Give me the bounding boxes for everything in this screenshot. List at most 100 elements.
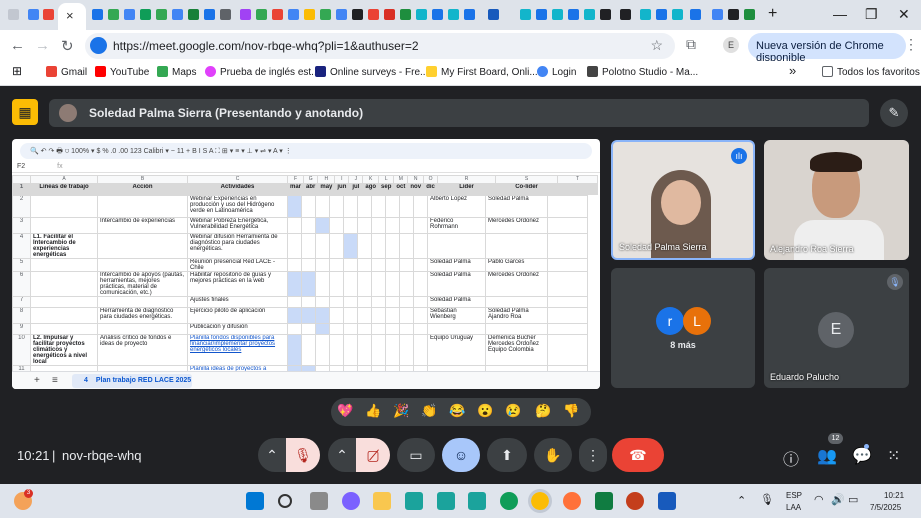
cell-b[interactable] bbox=[97, 233, 188, 259]
month-cell[interactable] bbox=[287, 258, 302, 272]
month-cell[interactable] bbox=[315, 334, 330, 366]
active-tab[interactable]: × bbox=[58, 3, 86, 30]
skype-icon[interactable] bbox=[405, 492, 423, 510]
month-cell[interactable] bbox=[301, 195, 316, 218]
month-cell[interactable] bbox=[385, 233, 400, 259]
tab-favicon[interactable] bbox=[288, 9, 299, 20]
tab-favicon[interactable] bbox=[204, 9, 215, 20]
column-header[interactable]: O bbox=[423, 175, 439, 184]
cell-r[interactable]: Federico Rohrmann bbox=[427, 217, 486, 234]
cell-s[interactable]: Demenica Bucher Mercedes Ordoñez Equipo … bbox=[485, 334, 548, 366]
tab-favicon[interactable] bbox=[448, 9, 459, 20]
month-cell[interactable] bbox=[301, 334, 316, 366]
month-cell[interactable] bbox=[329, 271, 344, 297]
month-cell[interactable] bbox=[357, 323, 372, 335]
cell-a[interactable]: L1. Facilitar el Intercambio de experien… bbox=[30, 233, 98, 259]
cell-a[interactable] bbox=[30, 271, 98, 297]
cell-b[interactable]: Herramienta de diagnóstico para ciudades… bbox=[97, 307, 188, 324]
tab-favicon[interactable] bbox=[172, 9, 183, 20]
tab-favicon[interactable] bbox=[400, 9, 411, 20]
month-cell[interactable] bbox=[385, 334, 400, 366]
month-cell[interactable] bbox=[385, 217, 400, 234]
month-cell[interactable] bbox=[371, 307, 386, 324]
bookmark-gmail[interactable]: Gmail bbox=[46, 66, 87, 78]
maximize-icon[interactable]: ❐ bbox=[865, 6, 878, 23]
raise-hand-button[interactable]: ✋ bbox=[534, 438, 572, 472]
header-cell[interactable]: jul bbox=[348, 183, 364, 195]
formula-bar[interactable]: F2 fx bbox=[12, 161, 600, 173]
copilot-icon[interactable] bbox=[342, 492, 360, 510]
month-cell[interactable] bbox=[329, 307, 344, 324]
row-header[interactable]: 3 bbox=[12, 217, 31, 234]
tab-favicon[interactable] bbox=[336, 9, 347, 20]
reaction-thumbs-up[interactable]: 👍 bbox=[365, 403, 381, 419]
tab-favicon[interactable] bbox=[728, 9, 739, 20]
month-cell[interactable] bbox=[329, 258, 344, 272]
tab-favicon[interactable] bbox=[156, 9, 167, 20]
cell-s[interactable] bbox=[485, 233, 548, 259]
month-cell[interactable] bbox=[287, 195, 302, 218]
month-cell[interactable] bbox=[547, 217, 588, 234]
add-sheet-icon[interactable]: + bbox=[34, 375, 40, 386]
table-row[interactable]: 3 Intercambio de experiencias Webinar Pobr… bbox=[12, 217, 588, 234]
month-cell[interactable] bbox=[315, 296, 330, 308]
cell-s[interactable]: Mercedes Ordoñez bbox=[485, 271, 548, 297]
info-icon[interactable]: ⓘ bbox=[783, 446, 799, 470]
month-cell[interactable] bbox=[547, 323, 588, 335]
month-cell[interactable] bbox=[371, 217, 386, 234]
column-header[interactable]: A bbox=[30, 175, 98, 184]
header-cell[interactable]: Co-líder bbox=[495, 183, 559, 195]
cell-b[interactable]: Análisis crítico de fondos e ideas de pr… bbox=[97, 334, 188, 366]
tab-favicon[interactable] bbox=[656, 9, 667, 20]
header-cell[interactable]: sep bbox=[378, 183, 395, 195]
month-cell[interactable] bbox=[413, 233, 428, 259]
month-cell[interactable] bbox=[413, 296, 428, 308]
header-cell[interactable]: abr bbox=[303, 183, 319, 195]
month-cell[interactable] bbox=[413, 334, 428, 366]
month-cell[interactable] bbox=[371, 195, 386, 218]
cell-b[interactable]: Intercambio de experiencias bbox=[97, 217, 188, 234]
month-cell[interactable] bbox=[399, 233, 414, 259]
file-explorer-icon[interactable] bbox=[373, 492, 391, 510]
header-cell[interactable]: Acción bbox=[97, 183, 188, 195]
tray-overflow-icon[interactable]: ⌃ bbox=[737, 494, 746, 507]
header-cell[interactable]: jun bbox=[334, 183, 350, 195]
cell-a[interactable] bbox=[30, 195, 98, 218]
back-icon[interactable]: ← bbox=[10, 37, 25, 54]
tab-favicon[interactable] bbox=[92, 9, 103, 20]
row-header[interactable]: 6 bbox=[12, 271, 31, 297]
search-icon[interactable] bbox=[278, 494, 292, 508]
month-cell[interactable] bbox=[329, 195, 344, 218]
bookmark-polotno[interactable]: Polotno Studio - Ma... bbox=[587, 66, 698, 78]
cell-a[interactable] bbox=[30, 217, 98, 234]
month-cell[interactable] bbox=[343, 296, 358, 308]
column-header[interactable]: G bbox=[303, 175, 319, 184]
column-header[interactable]: F bbox=[286, 175, 305, 184]
row-header[interactable]: 9 bbox=[12, 323, 31, 335]
skype-icon[interactable] bbox=[437, 492, 455, 510]
forward-icon[interactable]: → bbox=[35, 37, 50, 54]
row-header[interactable]: 10 bbox=[12, 334, 31, 366]
cell-c[interactable]: Publicación y difusión bbox=[187, 323, 288, 335]
column-header[interactable]: K bbox=[362, 175, 380, 184]
month-cell[interactable] bbox=[357, 233, 372, 259]
month-cell[interactable] bbox=[399, 217, 414, 234]
tab-favicon[interactable] bbox=[690, 9, 701, 20]
language-bottom[interactable]: LAA bbox=[786, 503, 801, 512]
month-cell[interactable] bbox=[399, 323, 414, 335]
row-header[interactable]: 5 bbox=[12, 258, 31, 272]
month-cell[interactable] bbox=[315, 217, 330, 234]
month-cell[interactable] bbox=[343, 195, 358, 218]
month-cell[interactable] bbox=[385, 323, 400, 335]
tab-favicon[interactable] bbox=[140, 9, 151, 20]
header-cell[interactable]: mar bbox=[286, 183, 305, 195]
cell-r[interactable] bbox=[427, 233, 486, 259]
language-top[interactable]: ESP bbox=[786, 491, 802, 500]
chrome-update-button[interactable]: Nueva versión de Chrome disponible bbox=[748, 33, 906, 64]
month-cell[interactable] bbox=[301, 296, 316, 308]
chrome-icon[interactable] bbox=[528, 489, 552, 513]
skype-icon[interactable] bbox=[468, 492, 486, 510]
month-cell[interactable] bbox=[547, 334, 588, 366]
month-cell[interactable] bbox=[357, 271, 372, 297]
month-cell[interactable] bbox=[329, 233, 344, 259]
